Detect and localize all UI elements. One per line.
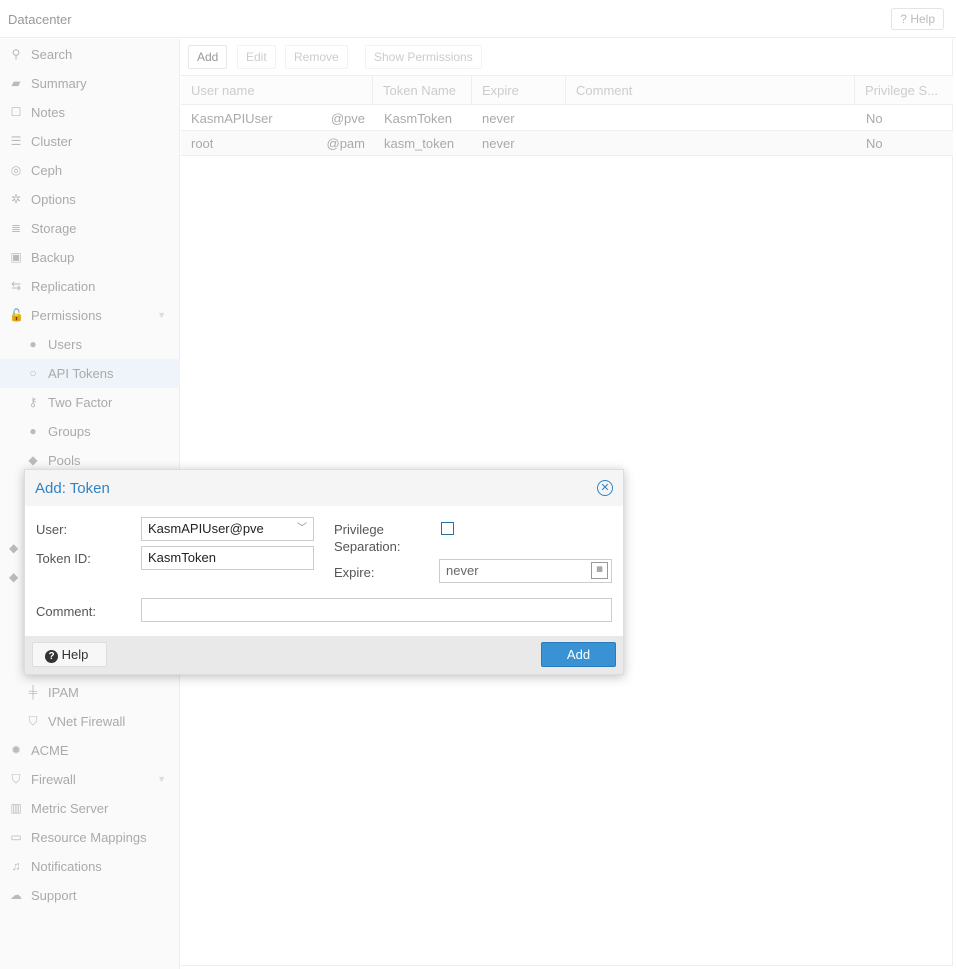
sidebar-item-two-factor[interactable]: ⚷ Two Factor (0, 388, 180, 417)
ceph-icon: ◎ (10, 163, 22, 177)
sitemap-icon: ◆ (9, 570, 19, 584)
cell-privsep: No (866, 136, 883, 151)
key-icon: ⚷ (28, 395, 38, 409)
dialog-add-button[interactable]: Add (541, 642, 616, 667)
cell-realm: @pve (330, 111, 365, 126)
column-comment[interactable]: Comment (566, 76, 855, 105)
sidebar-item-permissions[interactable]: 🔓 Permissions ▼ (0, 301, 180, 330)
folder-icon: ▭ (10, 830, 22, 844)
privilege-separation-checkbox[interactable] (441, 522, 454, 535)
sidebar-item-storage[interactable]: ≣ Storage (0, 214, 180, 243)
search-icon: ⚲ (11, 47, 21, 61)
edit-button[interactable]: Edit (237, 45, 276, 69)
top-header: Datacenter ? Help (0, 0, 956, 38)
sidebar-item-groups[interactable]: ● Groups (0, 417, 180, 446)
user-select[interactable]: KasmAPIUser@pve ﹀ (141, 517, 314, 541)
users-icon: ● (29, 424, 37, 438)
bar-chart-icon: ▥ (10, 801, 22, 815)
unlock-icon: 🔓 (9, 308, 24, 322)
sidebar-item-users[interactable]: ● Users (0, 330, 180, 359)
grid-header: User name Token Name Expire Comment Priv… (181, 75, 953, 105)
sidebar-item-support[interactable]: ☁ Support (0, 881, 180, 910)
comment-input[interactable] (141, 598, 612, 622)
retweet-icon: ⇆ (10, 279, 22, 293)
note-icon: ☐ (10, 105, 22, 119)
cell-expire: never (482, 111, 515, 126)
chevron-icon[interactable]: ▼ (157, 301, 166, 330)
cell-token: kasm_token (384, 136, 455, 151)
shield-icon: ⛉ (28, 714, 38, 728)
sidebar-item-search[interactable]: ⚲ Search (0, 40, 180, 69)
privilege-separation-label: Privilege (334, 522, 384, 537)
server-icon: ☰ (10, 134, 22, 148)
sidebar-item-metric-server[interactable]: ▥ Metric Server (0, 794, 180, 823)
sidebar-item-ceph[interactable]: ◎ Ceph (0, 156, 180, 185)
question-circle-icon: ? (45, 650, 58, 663)
add-button[interactable]: Add (188, 45, 228, 69)
sidebar-item-notes[interactable]: ☐ Notes (0, 98, 180, 127)
dialog-title: Add: Token (35, 480, 110, 497)
cell-realm: @pam (326, 136, 366, 151)
heartbeat-icon: ◆ (9, 541, 19, 555)
book-icon: ▰ (11, 76, 21, 90)
page-title: Datacenter (8, 12, 72, 27)
sidebar-item-backup[interactable]: ▣ Backup (0, 243, 180, 272)
cell-user: KasmAPIUser (191, 111, 273, 126)
sidebar-item-api-tokens[interactable]: ○ API Tokens (0, 359, 180, 388)
remove-button[interactable]: Remove (285, 45, 348, 69)
sidebar-item-acme[interactable]: ✹ ACME (0, 736, 180, 765)
user-label: User: (36, 522, 68, 537)
cell-user: root (191, 136, 214, 151)
sidebar-item-vnet-firewall[interactable]: ⛉ VNet Firewall (0, 707, 180, 736)
certificate-icon: ✹ (10, 743, 22, 757)
bell-icon: ♫ (11, 859, 21, 873)
dialog-footer: ? Help Add (25, 636, 623, 674)
help-button[interactable]: ? Help (891, 8, 944, 30)
column-expire[interactable]: Expire (472, 76, 566, 105)
cell-token: KasmToken (384, 111, 452, 126)
calendar-icon[interactable]: ▦ (591, 562, 608, 579)
sidebar-item-notifications[interactable]: ♫ Notifications (0, 852, 180, 881)
column-token-name[interactable]: Token Name (373, 76, 472, 105)
chevron-down-icon: ﹀ (297, 523, 307, 534)
token-id-input[interactable]: KasmToken (141, 546, 314, 570)
database-icon: ≣ (10, 221, 22, 235)
token-id-label: Token ID: (36, 551, 91, 566)
sidebar-item-ipam[interactable]: ╪ IPAM (0, 678, 180, 707)
expire-label: Expire: (334, 565, 375, 580)
show-permissions-button[interactable]: Show Permissions (365, 45, 482, 69)
floppy-icon: ▣ (10, 250, 22, 264)
dialog-help-button[interactable]: ? Help (32, 642, 107, 667)
sidebar-item-resource-mappings[interactable]: ▭ Resource Mappings (0, 823, 180, 852)
sidebar-item-summary[interactable]: ▰ Summary (0, 69, 180, 98)
chevron-icon[interactable]: ▼ (157, 765, 166, 794)
gear-icon: ✲ (10, 192, 22, 206)
add-token-dialog: Add: Token ✕ User: KasmAPIUser@pve ﹀ Toke… (24, 469, 624, 675)
sidebar-item-options[interactable]: ✲ Options (0, 185, 180, 214)
close-icon[interactable]: ✕ (597, 480, 613, 496)
shield-icon: ⛉ (11, 772, 21, 786)
privilege-separation-label-2: Separation: (334, 539, 401, 554)
comment-label: Comment: (36, 604, 96, 619)
comments-icon: ☁ (10, 888, 22, 902)
help-icon: ? (900, 12, 907, 26)
user-icon: ● (29, 337, 37, 351)
sidebar-item-firewall[interactable]: ⛉ Firewall ▼ (0, 765, 180, 794)
signpost-icon: ╪ (28, 685, 38, 699)
cell-privsep: No (866, 111, 883, 126)
user-outline-icon: ○ (29, 366, 37, 380)
expire-date-field[interactable]: never ▦ (439, 559, 612, 583)
dialog-header[interactable]: Add: Token ✕ (25, 470, 623, 506)
cell-expire: never (482, 136, 515, 151)
table-row[interactable]: KasmAPIUser @pve KasmToken never No (181, 106, 953, 131)
sidebar-item-replication[interactable]: ⇆ Replication (0, 272, 180, 301)
sidebar-item-cluster[interactable]: ☰ Cluster (0, 127, 180, 156)
column-user-name[interactable]: User name (181, 76, 373, 105)
table-row[interactable]: root @pam kasm_token never No (181, 131, 953, 156)
column-privilege-separation[interactable]: Privilege S... (855, 76, 953, 105)
